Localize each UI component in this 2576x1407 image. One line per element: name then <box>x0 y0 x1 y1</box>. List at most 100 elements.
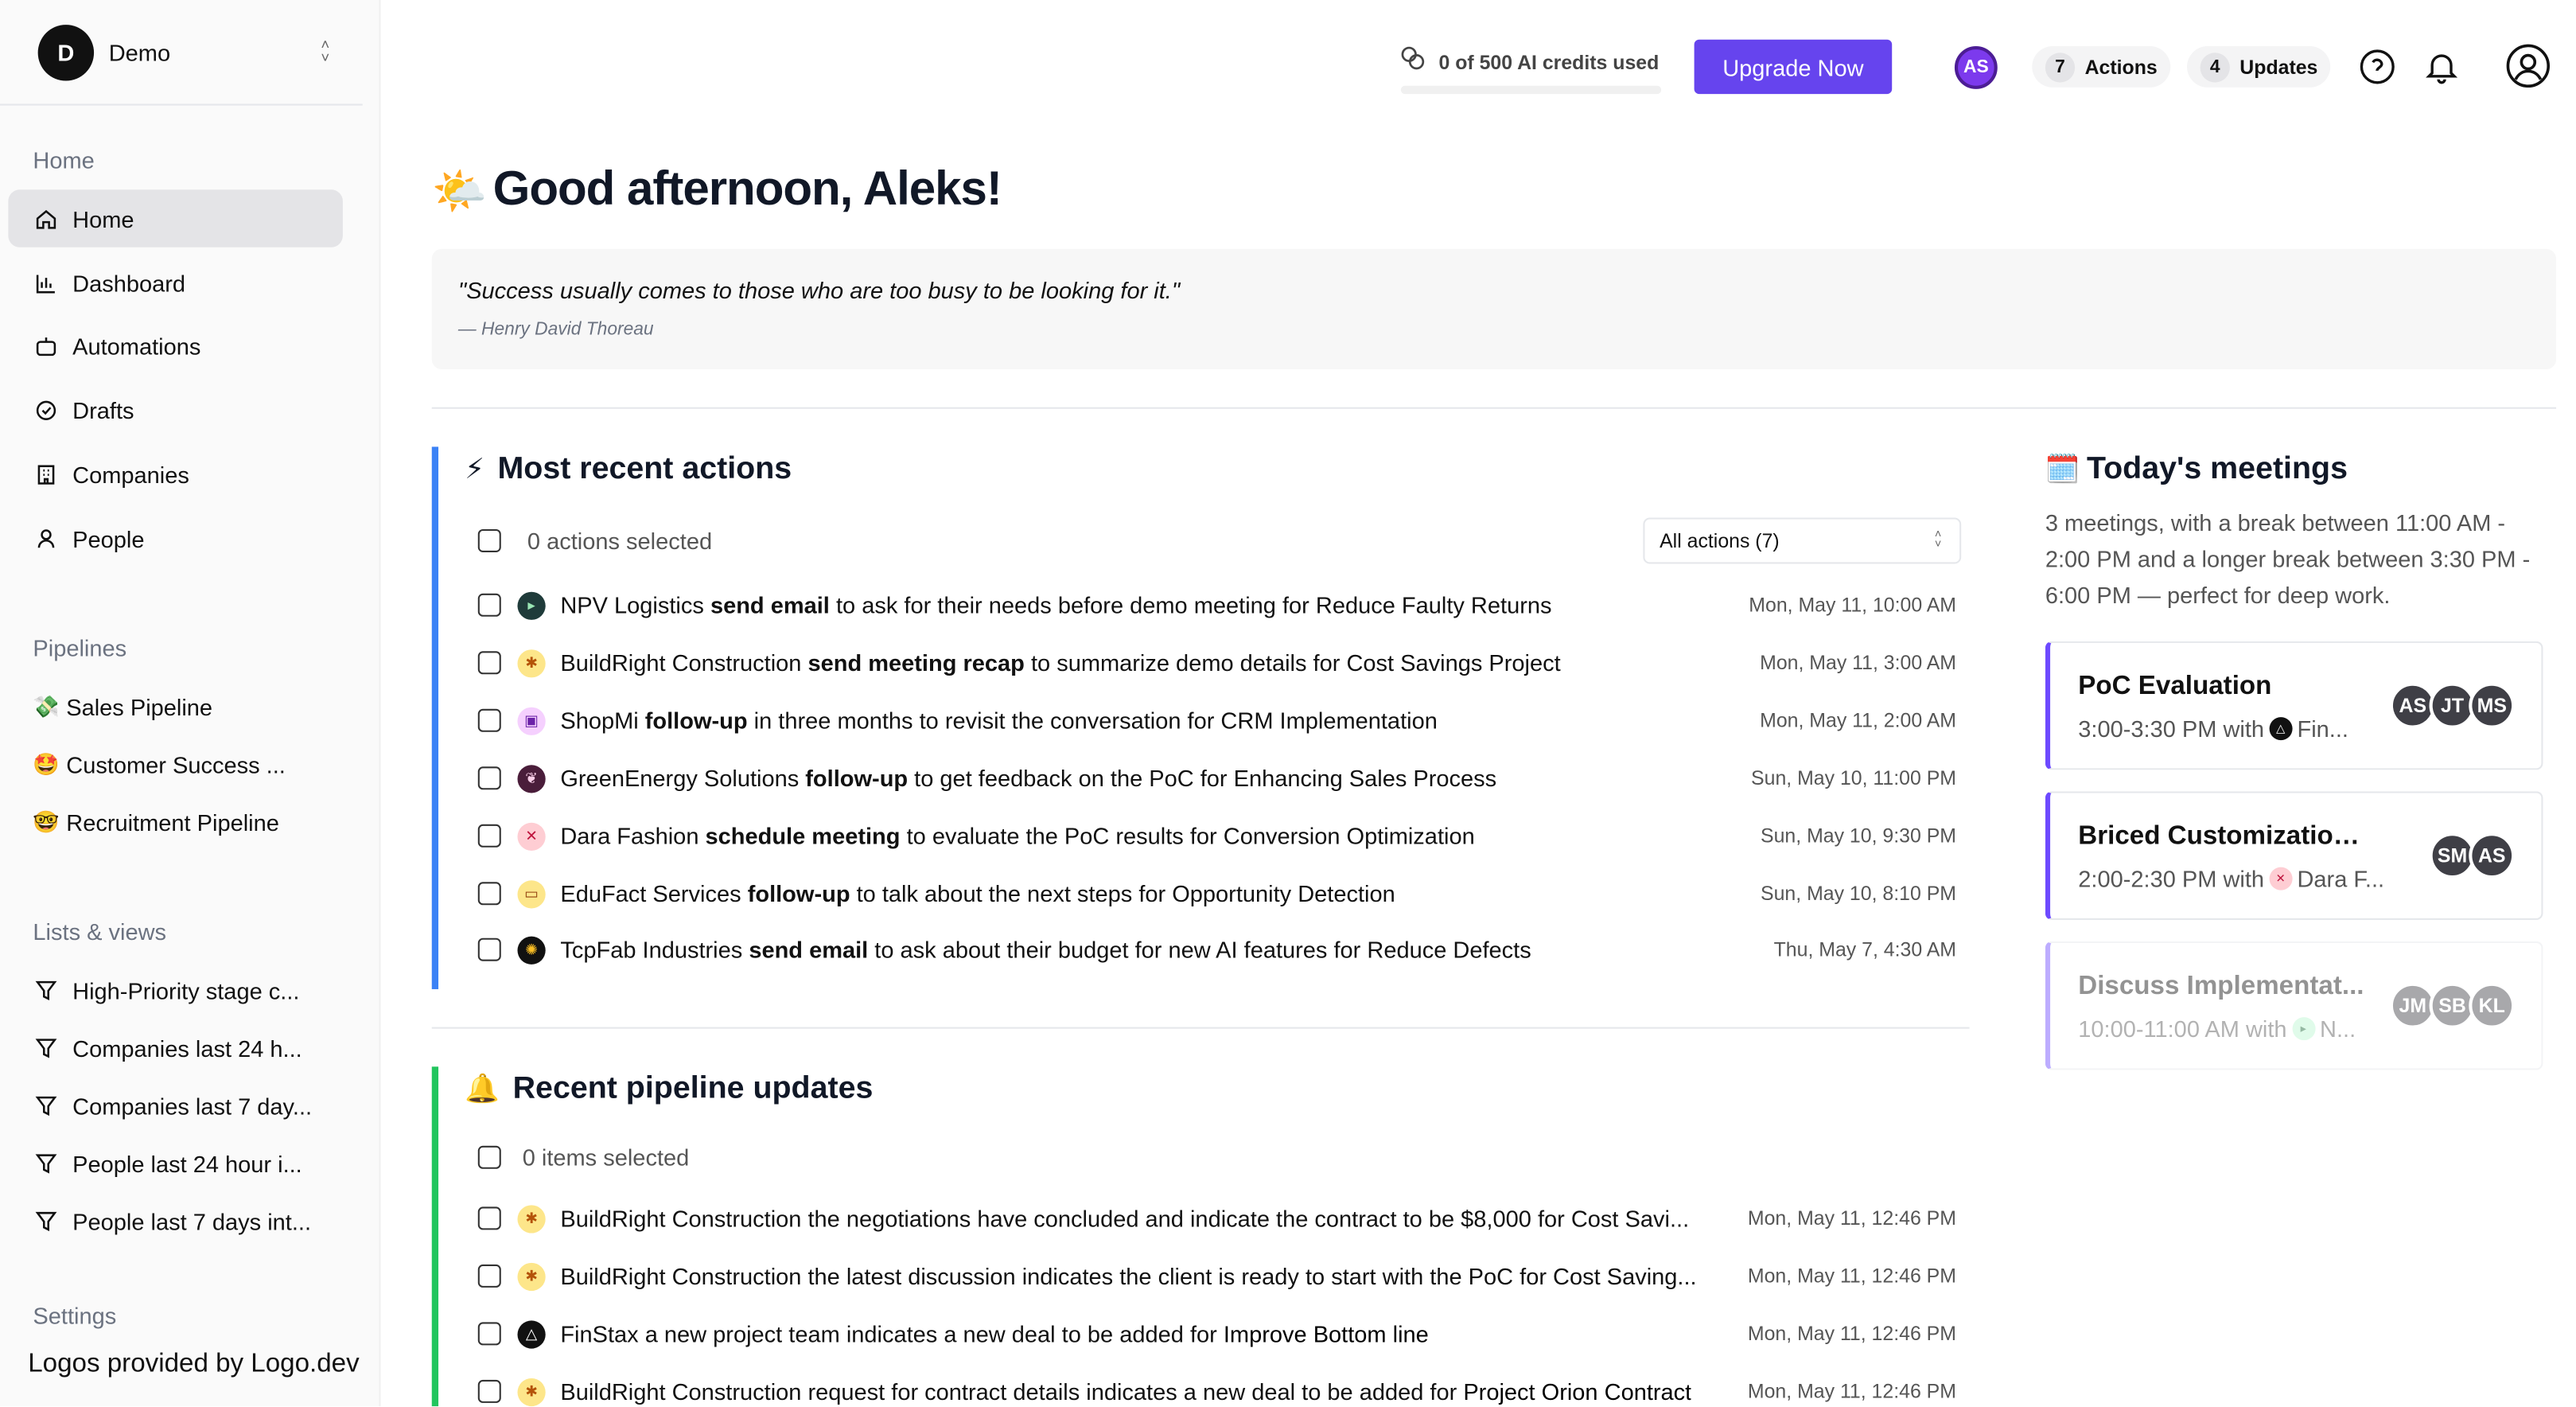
meeting-subtitle: 2:00-2:30 PM with ✕ Dara F... <box>2078 865 2385 892</box>
company-logo: △ <box>517 1320 546 1349</box>
sidebar-item-label: Automations <box>72 332 201 359</box>
calendar-icon: 🗓️ <box>2045 453 2080 485</box>
action-row[interactable]: ▸ NPV Logistics send email to ask for the… <box>0 591 1961 650</box>
update-text: BuildRight Construction request for cont… <box>560 1378 1692 1405</box>
workspace-switcher[interactable]: D Demo ˄ ˅ <box>0 0 363 106</box>
company-logo: ✕ <box>517 822 546 851</box>
action-row[interactable]: ✺ TcpFab Industries send email to ask abo… <box>0 936 1961 995</box>
update-row[interactable]: ✱ BuildRight Construction the negotiation… <box>0 1205 1961 1263</box>
user-avatar[interactable]: AS <box>1954 46 1998 89</box>
row-checkbox[interactable] <box>477 824 501 848</box>
action-date: Mon, May 11, 3:00 AM <box>1760 651 1956 675</box>
bell-icon[interactable] <box>2422 48 2461 94</box>
action-date: Sun, May 10, 11:00 PM <box>1751 766 1956 790</box>
row-checkbox[interactable] <box>477 766 501 790</box>
company-logo: ▸ <box>517 591 546 620</box>
company-logo: ✕ <box>2269 867 2293 891</box>
sidebar-item-label: Companies last 24 h... <box>72 1034 302 1062</box>
quote-text: "Success usually comes to those who are … <box>457 277 1181 304</box>
updates-count: 4 <box>2200 52 2230 82</box>
row-checkbox[interactable] <box>477 1264 501 1288</box>
sun-cloud-icon: 🌤️ <box>431 166 488 216</box>
select-all-checkbox[interactable] <box>477 528 501 552</box>
actions-filter-dropdown[interactable]: All actions (7) ˄ ˅ <box>1643 517 1962 564</box>
robot-icon <box>33 332 59 358</box>
update-row[interactable]: ✱ BuildRight Construction the latest disc… <box>0 1262 1961 1321</box>
actions-count: 7 <box>2045 52 2076 82</box>
update-date: Mon, May 11, 12:46 PM <box>1747 1206 1956 1230</box>
action-text: Dara Fashion schedule meeting to evaluat… <box>560 822 1475 849</box>
upgrade-button[interactable]: Upgrade Now <box>1694 39 1893 95</box>
company-logo: ❦ <box>517 765 546 793</box>
update-row[interactable]: △ FinStax a new project team indicates a … <box>0 1320 1961 1378</box>
home-icon <box>33 205 59 232</box>
account-icon[interactable] <box>2505 43 2551 97</box>
check-circle-icon <box>33 396 59 423</box>
update-date: Mon, May 11, 12:46 PM <box>1747 1322 1956 1346</box>
row-checkbox[interactable] <box>477 651 501 675</box>
help-icon[interactable] <box>2358 48 2396 94</box>
company-logo: ✱ <box>517 1205 546 1234</box>
meeting-card[interactable]: PoC Evaluation 3:00-3:30 PM with △ Fin... AS… <box>2045 641 2543 770</box>
row-checkbox[interactable] <box>477 1379 501 1403</box>
sidebar-item-home[interactable]: Home <box>8 189 343 247</box>
row-checkbox[interactable] <box>477 593 501 617</box>
sidebar-item-companies[interactable]: Companies <box>8 445 343 503</box>
filter-icon <box>33 1150 59 1176</box>
action-row[interactable]: ❦ GreenEnergy Solutions follow-up to get … <box>0 765 1961 823</box>
credits-text: 0 of 500 AI credits used <box>1438 50 1660 74</box>
action-text: NPV Logistics send email to ask for thei… <box>560 591 1552 618</box>
update-date: Mon, May 11, 12:46 PM <box>1747 1264 1956 1288</box>
row-checkbox[interactable] <box>477 708 501 732</box>
greeting-text: Good afternoon, Aleks! <box>492 163 1002 216</box>
action-row[interactable]: ✱ BuildRight Construction send meeting re… <box>0 649 1961 707</box>
lightning-icon: ⚡ <box>465 453 484 485</box>
sidebar-item-list[interactable]: Companies last 24 h... <box>8 1019 343 1077</box>
coins-icon <box>1399 45 1426 80</box>
quote-box: "Success usually comes to those who are … <box>431 248 2557 370</box>
credits-indicator: 0 of 500 AI credits used <box>1399 45 1660 80</box>
update-text: BuildRight Construction the latest discu… <box>560 1262 1697 1289</box>
actions-section-header: ⚡ Most recent actions <box>465 452 792 489</box>
sidebar-item-label: People last 24 hour i... <box>72 1149 302 1177</box>
update-row[interactable]: ✱ BuildRight Construction request for con… <box>0 1378 1961 1407</box>
action-date: Thu, May 7, 4:30 AM <box>1773 937 1956 961</box>
sidebar-item-drafts[interactable]: Drafts <box>8 381 343 439</box>
meeting-card[interactable]: Discuss Implementat... 10:00-11:00 AM wit… <box>2045 941 2543 1070</box>
action-date: Mon, May 11, 2:00 AM <box>1760 708 1956 732</box>
sidebar-item-label: Companies last 7 day... <box>72 1092 313 1119</box>
chart-icon <box>33 270 59 296</box>
updates-title: Recent pipeline updates <box>512 1071 874 1107</box>
meeting-card[interactable]: Briced Customization O... 2:00-2:30 PM wi… <box>2045 791 2543 920</box>
actions-pill[interactable]: 7 Actions <box>2032 46 2171 88</box>
workspace-avatar: D <box>37 24 95 80</box>
action-text: EduFact Services follow-up to talk about… <box>560 880 1395 907</box>
sidebar-item-automations[interactable]: Automations <box>8 317 343 375</box>
select-all-updates-checkbox[interactable] <box>477 1145 501 1169</box>
company-logo: ▸ <box>2291 1017 2315 1041</box>
row-checkbox[interactable] <box>477 1206 501 1230</box>
updates-pill[interactable]: 4 Updates <box>2187 46 2331 88</box>
row-checkbox[interactable] <box>477 1322 501 1346</box>
action-row[interactable]: ▭ EduFact Services follow-up to talk abou… <box>0 880 1961 938</box>
sidebar-item-list[interactable]: People last 24 hour i... <box>8 1134 343 1192</box>
person-icon <box>33 525 59 551</box>
update-date: Mon, May 11, 12:46 PM <box>1747 1379 1956 1403</box>
filter-icon <box>33 1035 59 1061</box>
row-checkbox[interactable] <box>477 937 501 961</box>
attendee-avatars: SM AS <box>2429 832 2516 879</box>
company-logo: ▣ <box>517 707 546 735</box>
row-checkbox[interactable] <box>477 882 501 906</box>
action-row[interactable]: ▣ ShopMi follow-up in three months to rev… <box>0 707 1961 766</box>
meetings-description: 3 meetings, with a break between 11:00 A… <box>2045 509 2531 609</box>
sidebar-item-label: People <box>72 524 145 551</box>
attendee-avatar: MS <box>2469 682 2516 729</box>
sidebar-item-list[interactable]: Companies last 7 day... <box>8 1077 343 1135</box>
company-logo: ✱ <box>517 1262 546 1292</box>
greeting: 🌤️ Good afternoon, Aleks! <box>432 163 1002 217</box>
sidebar-item-people[interactable]: People <box>8 509 343 567</box>
meeting-title: PoC Evaluation <box>2078 672 2272 701</box>
action-row[interactable]: ✕ Dara Fashion schedule meeting to evalua… <box>0 822 1961 881</box>
building-icon <box>33 461 59 487</box>
sidebar-item-dashboard[interactable]: Dashboard <box>8 254 343 312</box>
